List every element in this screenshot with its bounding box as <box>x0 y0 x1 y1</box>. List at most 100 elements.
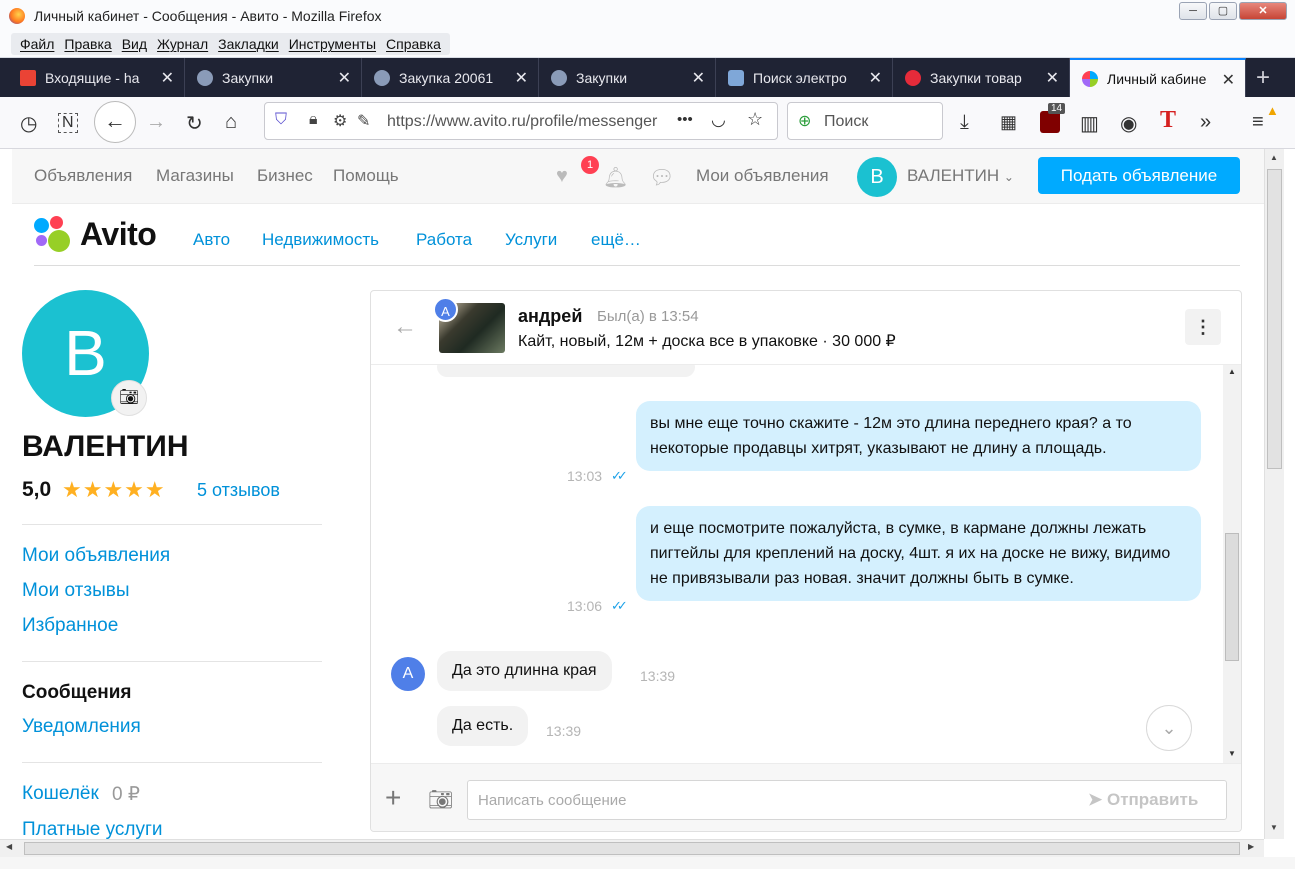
scroll-down-arrow-icon[interactable]: ▼ <box>1228 749 1236 758</box>
sidebar-item-notifications[interactable]: Уведомления <box>22 716 141 738</box>
menu-file[interactable]: Файл <box>20 36 54 52</box>
sidebar-item-wallet[interactable]: Кошелёк <box>22 783 99 805</box>
ublock-icon[interactable] <box>1040 111 1060 133</box>
category-avto[interactable]: Авто <box>193 230 230 250</box>
forward-button[interactable]: → <box>146 111 166 134</box>
sidebar-item-favorites[interactable]: Избранное <box>22 615 118 637</box>
sidebar-item-messages[interactable]: Сообщения <box>22 682 132 704</box>
tab-lichny-kabinet[interactable]: Личный кабине ✕ <box>1070 58 1246 97</box>
tab-zakupki-tovar[interactable]: Закупки товар ✕ <box>893 58 1070 97</box>
tab-close-icon[interactable]: ✕ <box>1222 70 1235 90</box>
back-button[interactable]: ← <box>94 101 136 143</box>
incoming-message: Да это длинна края <box>437 651 612 691</box>
page-scroll-thumb[interactable] <box>1267 169 1282 469</box>
message-time: 13:39 <box>546 723 582 739</box>
translate-t-icon[interactable]: T <box>1160 107 1176 134</box>
search-bar[interactable]: ⊕ Поиск <box>787 102 943 140</box>
menu-bookmarks[interactable]: Закладки <box>218 36 279 52</box>
page-horizontal-scrollbar[interactable]: ◀ ▶ <box>0 839 1264 857</box>
account-icon[interactable]: ◉ <box>1120 111 1137 136</box>
tab-close-icon[interactable]: ✕ <box>1046 68 1059 88</box>
page-actions-icon[interactable]: ••• <box>677 111 693 128</box>
url-bar[interactable]: ⛉ 🔒︎ ⚙ ✎ https://www.avito.ru/profile/me… <box>264 102 778 140</box>
tab-close-icon[interactable]: ✕ <box>338 68 351 88</box>
pocket-icon[interactable]: ◡ <box>711 110 726 130</box>
sidebar-item-paid-services[interactable]: Платные услуги <box>22 819 163 841</box>
avito-top-bar: Объявления Магазины Бизнес Помощь ♥ 1 🔔︎… <box>12 149 1264 204</box>
post-ad-button[interactable]: Подать объявление <box>1038 157 1240 194</box>
sidebar-item-my-ads[interactable]: Мои объявления <box>22 545 170 567</box>
scroll-right-arrow-icon[interactable]: ▶ <box>1248 842 1254 851</box>
qr-code-icon[interactable]: ▦ <box>1000 112 1017 133</box>
item-title[interactable]: Кайт, новый, 12м + доска все в упаковке … <box>518 331 896 351</box>
sidebar-item-my-reviews[interactable]: Мои отзывы <box>22 580 129 602</box>
new-tab-button[interactable]: + <box>1256 64 1270 92</box>
menu-history[interactable]: Журнал <box>157 36 208 52</box>
notifications-bell-icon[interactable]: 🔔︎ <box>603 165 628 190</box>
page-hscroll-thumb[interactable] <box>24 842 1240 855</box>
notification-icon[interactable]: ✎ <box>357 111 370 131</box>
attach-photo-icon[interactable]: 📷︎ <box>428 787 453 812</box>
tab-close-icon[interactable]: ✕ <box>161 68 174 88</box>
link-magaziny[interactable]: Магазины <box>156 166 234 186</box>
tab-poisk[interactable]: Поиск электро ✕ <box>716 58 893 97</box>
overflow-chevron-icon[interactable]: » <box>1200 111 1211 134</box>
chat-scroll-thumb[interactable] <box>1225 533 1239 661</box>
user-avatar[interactable]: В <box>857 157 897 197</box>
minimize-button[interactable]: ─ <box>1179 2 1207 20</box>
menu-help[interactable]: Справка <box>386 36 441 52</box>
url-text[interactable]: https://www.avito.ru/profile/messenger <box>387 113 669 131</box>
link-obyavleniya[interactable]: Объявления <box>34 166 132 186</box>
back-arrow-icon[interactable]: ← <box>393 313 417 341</box>
permissions-icon[interactable]: ⚙ <box>333 111 347 131</box>
sidebar-divider <box>22 762 322 763</box>
tab-zakupka-2006[interactable]: Закупка 20061 ✕ <box>362 58 539 97</box>
category-nedvizhimost[interactable]: Недвижимость <box>262 230 379 250</box>
home-button[interactable]: ⌂ <box>225 111 237 134</box>
messages-bubble-icon[interactable]: 💬︎ <box>649 165 674 190</box>
menu-edit[interactable]: Правка <box>64 36 111 52</box>
scroll-left-arrow-icon[interactable]: ◀ <box>6 842 12 851</box>
tab-gmail[interactable]: Входящие - ha ✕ <box>8 58 185 97</box>
scroll-down-arrow-icon[interactable]: ▼ <box>1270 823 1278 832</box>
scroll-up-arrow-icon[interactable]: ▲ <box>1228 367 1236 376</box>
link-pomosh[interactable]: Помощь <box>333 166 399 186</box>
camera-icon[interactable]: 📷︎ <box>111 380 147 416</box>
send-button[interactable]: ➤ Отправить <box>1088 790 1198 810</box>
menu-view[interactable]: Вид <box>122 36 147 52</box>
reader-icon[interactable]: N <box>58 113 78 133</box>
chat-scrollbar[interactable]: ▲ ▼ <box>1223 365 1241 763</box>
history-icon[interactable]: ◷ <box>20 111 37 136</box>
download-icon[interactable]: ⤓ <box>960 111 969 134</box>
reviews-link[interactable]: 5 отзывов <box>197 480 280 501</box>
close-window-button[interactable]: ✕ <box>1239 2 1287 20</box>
category-uslugi[interactable]: Услуги <box>505 230 557 250</box>
reload-button[interactable]: ↻ <box>186 111 203 136</box>
tab-zakupki-1[interactable]: Закупки ✕ <box>185 58 362 97</box>
tab-close-icon[interactable]: ✕ <box>692 68 705 88</box>
contact-name[interactable]: андрей <box>518 306 582 327</box>
message-input[interactable]: Написать сообщение ➤ Отправить <box>467 780 1227 820</box>
scroll-down-button[interactable]: ⌄ <box>1146 705 1192 751</box>
maximize-button[interactable]: ▢ <box>1209 2 1237 20</box>
category-rabota[interactable]: Работа <box>416 230 472 250</box>
attach-plus-icon[interactable]: + <box>385 784 401 812</box>
page-vertical-scrollbar[interactable]: ▲ ▼ <box>1264 149 1284 839</box>
bookmark-star-icon[interactable]: ☆ <box>747 109 763 130</box>
sidebar-icon[interactable]: ▥ <box>1080 111 1099 136</box>
shield-icon[interactable]: ⛉ <box>275 111 287 129</box>
more-options-icon[interactable]: ⋮ <box>1185 309 1221 345</box>
scroll-up-arrow-icon[interactable]: ▲ <box>1270 153 1278 162</box>
tab-close-icon[interactable]: ✕ <box>515 68 528 88</box>
menu-tools[interactable]: Инструменты <box>289 36 376 52</box>
avito-logo[interactable]: Avito <box>34 216 174 256</box>
category-more[interactable]: ещё… <box>591 230 641 250</box>
user-menu[interactable]: ВАЛЕНТИН ⌄ <box>907 166 1014 186</box>
hamburger-menu-icon[interactable]: ≡ <box>1252 111 1264 134</box>
link-my-ads[interactable]: Мои объявления <box>696 166 829 186</box>
favorites-heart-icon[interactable]: ♥ <box>556 165 568 188</box>
tab-zakupki-2[interactable]: Закупки ✕ <box>539 58 716 97</box>
lock-icon[interactable]: 🔒︎ <box>309 111 318 129</box>
link-biznes[interactable]: Бизнес <box>257 166 313 186</box>
tab-close-icon[interactable]: ✕ <box>869 68 882 88</box>
